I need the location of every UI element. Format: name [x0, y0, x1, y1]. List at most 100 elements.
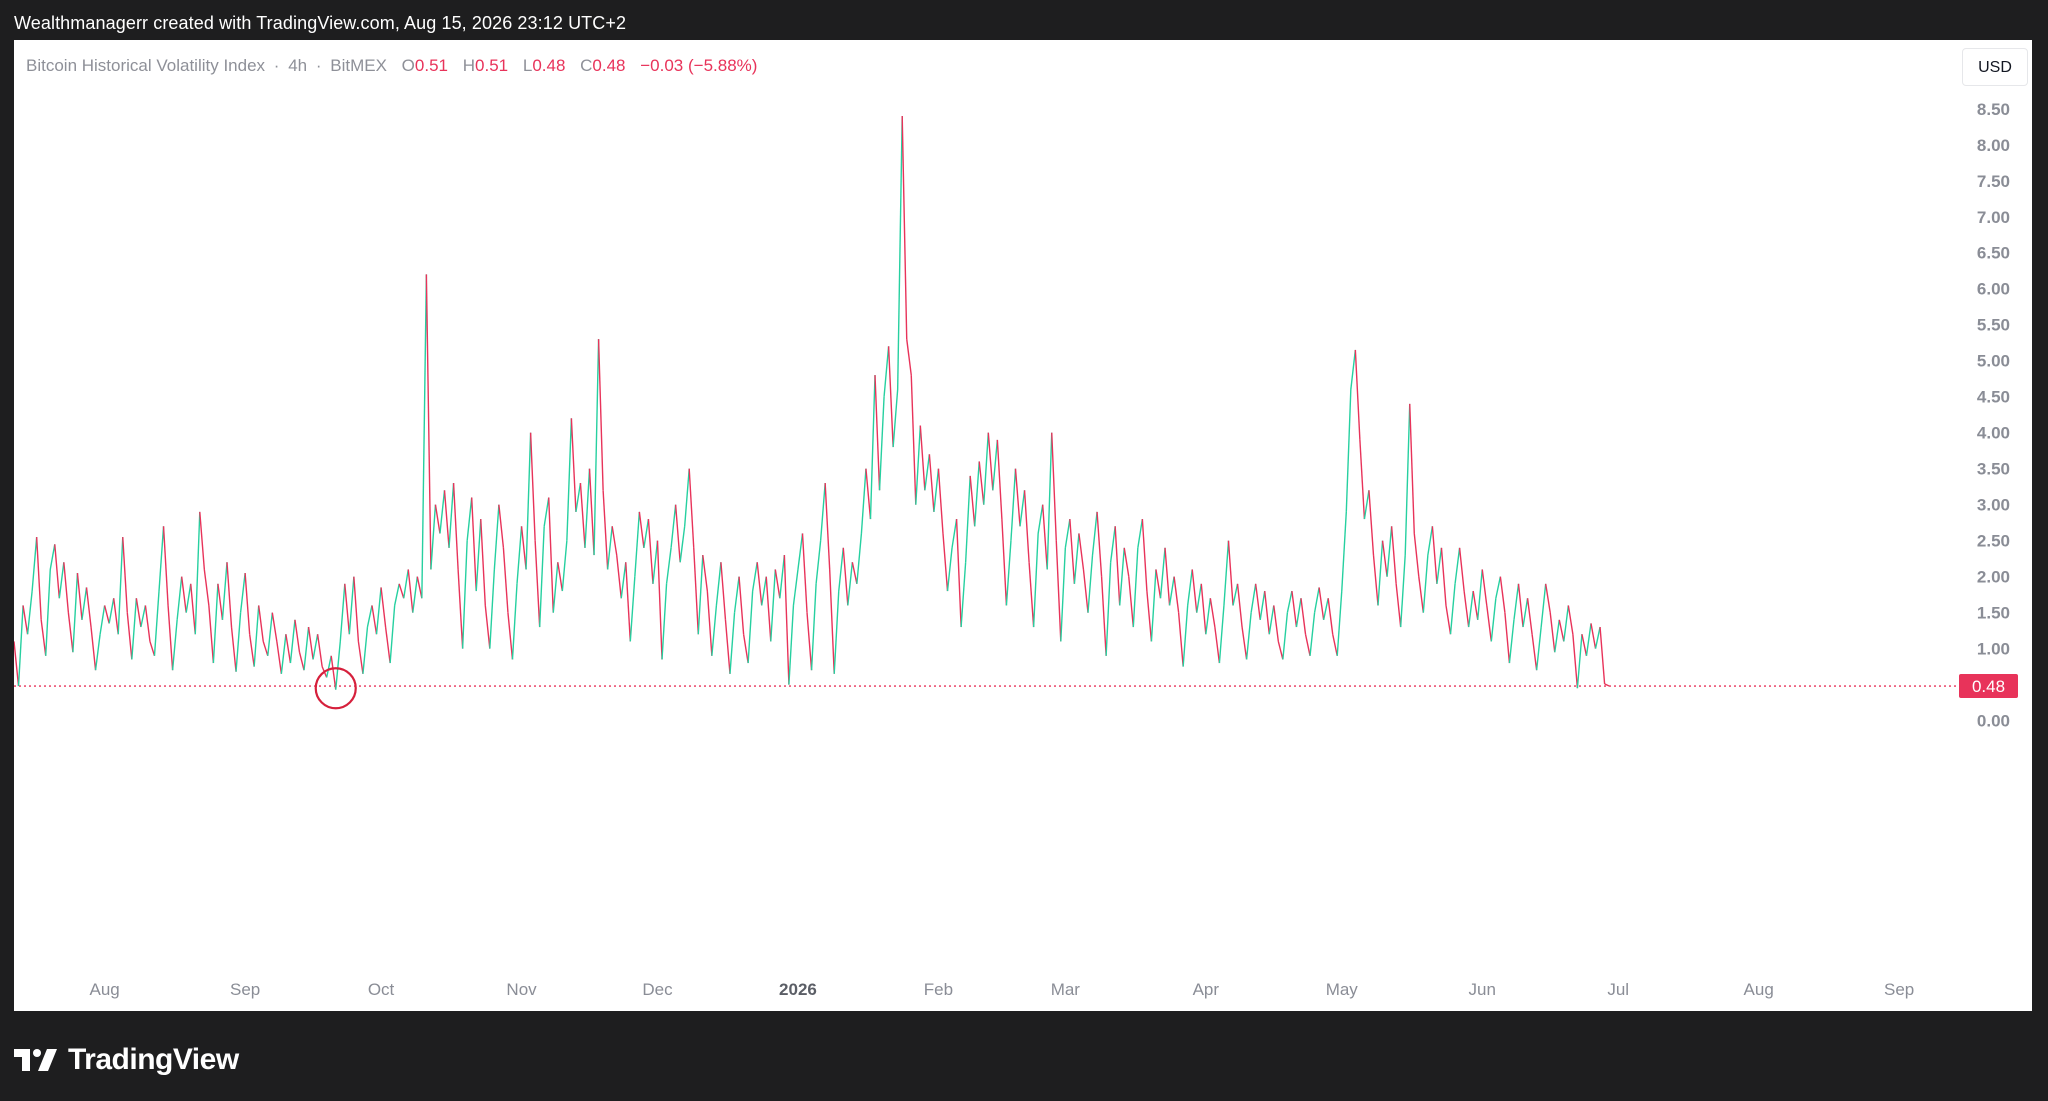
- series-segment: [946, 547, 953, 592]
- series-segment: [1119, 547, 1125, 606]
- series-segment: [1060, 547, 1067, 642]
- series-segment: [1563, 605, 1570, 642]
- series-segment: [122, 537, 128, 613]
- series-segment: [208, 605, 215, 664]
- series-segment: [1069, 519, 1076, 584]
- series-segment: [1295, 598, 1302, 628]
- series-segment: [244, 572, 251, 635]
- series-segment: [425, 274, 432, 570]
- series-segment: [298, 652, 305, 671]
- series-segment: [1109, 526, 1116, 563]
- series-segment: [362, 626, 369, 674]
- series-segment: [1395, 583, 1402, 628]
- series-segment: [1495, 576, 1502, 599]
- series-segment: [525, 432, 532, 570]
- series-segment: [1177, 612, 1184, 667]
- series-segment: [1567, 605, 1574, 635]
- series-segment: [498, 504, 505, 548]
- series-segment: [113, 598, 119, 635]
- chart-canvas[interactable]: 0.00 1.00 1.50 2.00 2.50 3.00 3.50 4.00 4.50 5.00…: [14, 40, 2032, 1011]
- series-segment: [1214, 626, 1221, 664]
- series-segment: [1245, 612, 1252, 660]
- series-segment: [49, 544, 56, 570]
- series-segment: [1409, 403, 1415, 534]
- series-segment: [403, 569, 409, 599]
- series-segment: [325, 655, 332, 678]
- series-segment: [1019, 490, 1026, 527]
- x-tick-label: Aug: [1744, 980, 1774, 999]
- series-segment: [557, 562, 564, 592]
- series-segment: [1504, 612, 1511, 664]
- series-segment: [1381, 540, 1388, 577]
- series-segment: [475, 519, 482, 592]
- legend-interval: 4h: [288, 56, 308, 75]
- series-segment: [1064, 518, 1071, 548]
- series-segment: [31, 537, 38, 592]
- series-segment: [643, 518, 650, 548]
- series-segment: [584, 468, 591, 548]
- series-segment: [185, 583, 192, 613]
- series-segment: [67, 612, 74, 653]
- series-segment: [1372, 554, 1379, 606]
- y-tick-label: 5.00: [1977, 352, 2010, 371]
- series-segment: [294, 619, 301, 653]
- y-tick-label: 8.00: [1977, 136, 2010, 155]
- chart-panel[interactable]: 0.00 1.00 1.50 2.00 2.50 3.00 3.50 4.00 4.50 5.00…: [14, 40, 2032, 1011]
- series-segment: [1087, 555, 1094, 613]
- series-segment: [1418, 576, 1425, 613]
- series-segment: [1309, 612, 1316, 656]
- series-segment: [212, 583, 219, 664]
- last-price-label: 0.48: [1972, 677, 2005, 696]
- series-segment: [742, 634, 749, 664]
- legend-low-label: L: [522, 56, 533, 75]
- series-segment: [955, 519, 962, 628]
- series-segment: [1028, 562, 1035, 628]
- series-segment: [1322, 598, 1329, 620]
- series-segment: [1499, 576, 1506, 613]
- series-segment: [262, 641, 269, 657]
- series-segment: [1513, 583, 1520, 620]
- series-segment: [448, 483, 455, 548]
- series-segment: [1146, 590, 1153, 642]
- series-segment: [54, 544, 61, 599]
- series-segment: [58, 562, 65, 599]
- series-segment: [1232, 583, 1239, 606]
- series-segment: [1023, 490, 1030, 563]
- series-segment: [951, 518, 958, 548]
- legend-separator: ·: [315, 56, 322, 75]
- series-segment: [1078, 533, 1085, 570]
- series-segment: [1209, 598, 1216, 628]
- series-segment: [1123, 547, 1130, 577]
- series-segment: [407, 569, 414, 613]
- series-segment: [1128, 576, 1135, 628]
- series-segment: [625, 562, 631, 642]
- currency-button[interactable]: USD: [1962, 48, 2028, 86]
- series-segment: [1259, 590, 1266, 620]
- series-segment: [674, 504, 681, 563]
- series-segment: [357, 641, 364, 674]
- y-tick-label: 2.00: [1977, 568, 2010, 587]
- series-segment: [683, 468, 690, 527]
- series-segment: [144, 605, 151, 642]
- series-segment: [1522, 598, 1529, 628]
- x-tick-label: Jun: [1469, 980, 1496, 999]
- series-segment: [987, 432, 994, 491]
- series-segment: [1254, 583, 1261, 620]
- series-segment: [489, 569, 496, 649]
- series-segment: [942, 533, 949, 592]
- series-segment: [330, 655, 337, 690]
- series-segment: [1268, 605, 1275, 635]
- series-segment: [1218, 605, 1225, 664]
- series-segment: [493, 504, 500, 570]
- series-segment: [1576, 634, 1583, 689]
- series-segment: [81, 587, 88, 620]
- series-segment: [1544, 583, 1551, 613]
- series-segment: [457, 569, 464, 649]
- series-segment: [140, 605, 147, 628]
- series-segment: [230, 626, 237, 672]
- series-segment: [910, 375, 917, 505]
- series-segment: [1155, 569, 1162, 599]
- legend-open-value: 0.51: [414, 56, 448, 75]
- y-tick-label: 3.00: [1977, 496, 2010, 515]
- series-segment: [588, 468, 595, 556]
